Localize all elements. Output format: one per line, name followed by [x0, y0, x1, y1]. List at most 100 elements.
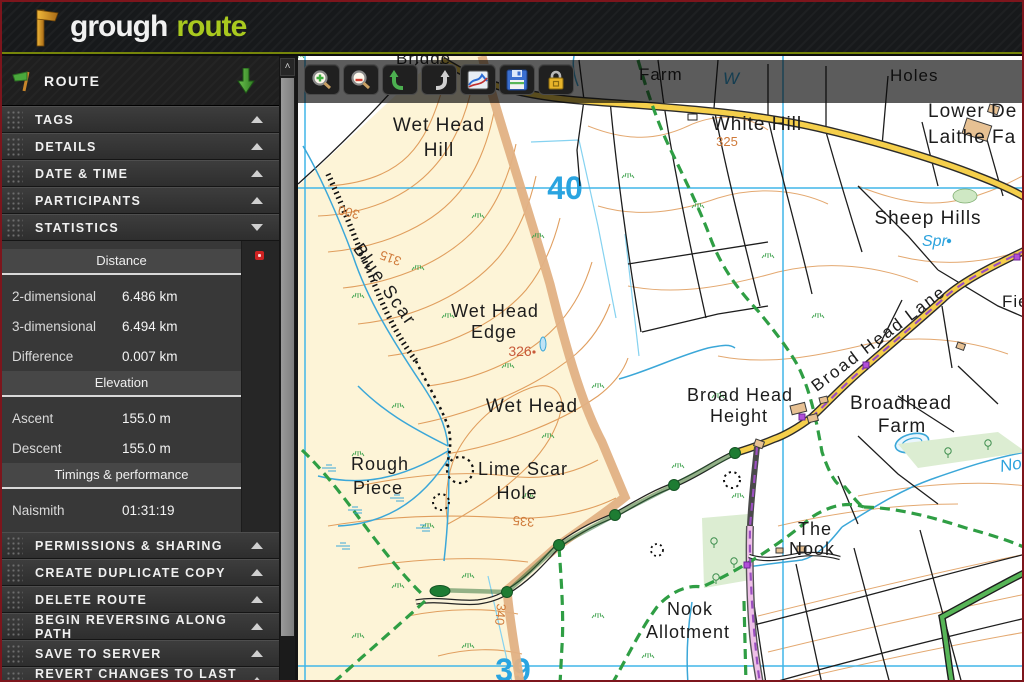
- map-label-broadhead-farm-2: Farm: [878, 416, 926, 437]
- route-waypoint[interactable]: [610, 510, 621, 521]
- chevron-down-icon: [251, 224, 263, 231]
- chevron-up-icon: [251, 197, 263, 204]
- sidebar-item-duplicate[interactable]: CREATE DUPLICATE COPY: [2, 559, 279, 586]
- route-flag-icon: [10, 69, 36, 93]
- map-label-sheep-hills: Sheep Hills: [874, 208, 981, 229]
- route-waypoint[interactable]: [430, 586, 450, 597]
- small-pond: [540, 337, 546, 351]
- stat-label: 3-dimensional: [2, 319, 122, 334]
- sidebar-item-revert-changes[interactable]: REVERT CHANGES TO LAST SAVE: [2, 667, 279, 682]
- drag-handle-icon[interactable]: [5, 589, 23, 610]
- stat-row-naismith: Naismith 01:31:19: [2, 495, 241, 525]
- chevron-up-icon: [251, 542, 263, 549]
- map-label-broad-head-height: Broad Head: [687, 385, 793, 405]
- zoom-out-button[interactable]: [343, 64, 379, 95]
- chevron-up-icon: [251, 623, 263, 630]
- drag-handle-icon[interactable]: [5, 163, 23, 184]
- route-waypoint[interactable]: [554, 540, 565, 551]
- redo-arrow-icon: [427, 69, 451, 91]
- timings-section-header: Timings & performance: [2, 463, 241, 489]
- lock-button[interactable]: [538, 64, 574, 95]
- record-indicator-icon[interactable]: [255, 251, 264, 260]
- stat-label: Ascent: [2, 411, 122, 426]
- elevation-section-header: Elevation: [2, 371, 241, 397]
- stat-value: 0.007 km: [122, 349, 178, 364]
- sidebar-item-participants[interactable]: PARTICIPANTS: [2, 187, 279, 214]
- sidebar-item-statistics[interactable]: STATISTICS: [2, 214, 279, 241]
- zoom-out-icon: [349, 69, 373, 91]
- floppy-disk-icon: [505, 69, 529, 91]
- stat-label: Descent: [2, 441, 122, 456]
- chevron-up-icon: [251, 596, 263, 603]
- drag-handle-icon[interactable]: [5, 217, 23, 238]
- map-label-spring: Spr: [922, 233, 948, 250]
- scrollbar-thumb[interactable]: [281, 78, 294, 636]
- stat-value: 01:31:19: [122, 503, 175, 518]
- download-route-icon[interactable]: [237, 68, 255, 94]
- scroll-up-button[interactable]: ˄: [280, 58, 295, 76]
- drag-handle-icon[interactable]: [5, 535, 23, 556]
- chevron-up-icon: [251, 677, 263, 682]
- route-sidebar: ROUTE TAGS DETAILS DATE & TIME PARTICI: [2, 56, 298, 682]
- chevron-up-icon: [251, 170, 263, 177]
- map-label-the-nook-2: Nook: [789, 539, 835, 559]
- undo-button[interactable]: [382, 64, 418, 95]
- map-label-rough-piece: Rough: [351, 454, 409, 474]
- map-label-white-hill: White Hill: [712, 114, 802, 135]
- map-label-fie-cut: Fie: [1002, 292, 1024, 311]
- save-button[interactable]: [499, 64, 535, 95]
- route-waypoint[interactable]: [502, 587, 513, 598]
- route-waypoint[interactable]: [669, 480, 680, 491]
- drag-handle-icon[interactable]: [5, 109, 23, 130]
- statistics-panel: Distance 2-dimensional 6.486 km 3-dimens…: [2, 241, 279, 532]
- map-label-wet-head-edge-2: Edge: [471, 322, 517, 342]
- drag-handle-icon[interactable]: [5, 670, 23, 682]
- drag-handle-icon[interactable]: [5, 616, 23, 637]
- map-label-lime-scar-hole: Lime Scar: [478, 459, 568, 479]
- spot-height-326: 326: [508, 343, 532, 359]
- elevation-profile-button[interactable]: [460, 64, 496, 95]
- grid-number-40: 40: [547, 170, 583, 206]
- drag-handle-icon[interactable]: [5, 190, 23, 211]
- sidebar-scrollbar[interactable]: ˄: [280, 58, 295, 682]
- stat-row-ascent: Ascent 155.0 m: [2, 403, 241, 433]
- sidebar-item-tags[interactable]: TAGS: [2, 106, 279, 133]
- sidebar-item-permissions[interactable]: PERMISSIONS & SHARING: [2, 532, 279, 559]
- sidebar-item-reverse-path[interactable]: BEGIN REVERSING ALONG PATH: [2, 613, 279, 640]
- stat-row-2d: 2-dimensional 6.486 km: [2, 281, 241, 311]
- stat-value: 6.494 km: [122, 319, 178, 334]
- stat-row-descent: Descent 155.0 m: [2, 433, 241, 463]
- sidebar-item-label: CREATE DUPLICATE COPY: [35, 566, 251, 580]
- os-map-canvas[interactable]: 40 39: [298, 56, 1024, 682]
- stat-value: 155.0 m: [122, 441, 171, 456]
- sidebar-item-label: SAVE TO SERVER: [35, 647, 251, 661]
- chevron-up-icon: [251, 569, 263, 576]
- route-waypoint[interactable]: [730, 448, 741, 459]
- chevron-up-icon: [251, 116, 263, 123]
- stat-label: Difference: [2, 349, 122, 364]
- sidebar-item-save-server[interactable]: SAVE TO SERVER: [2, 640, 279, 667]
- sidebar-item-label: PERMISSIONS & SHARING: [35, 539, 251, 553]
- map-label-the-nook: The: [798, 519, 832, 539]
- stat-value: 6.486 km: [122, 289, 178, 304]
- sidebar-item-delete-route[interactable]: DELETE ROUTE: [2, 586, 279, 613]
- sidebar-item-details[interactable]: DETAILS: [2, 133, 279, 160]
- padlock-icon: [544, 69, 568, 91]
- chevron-up-icon: [251, 143, 263, 150]
- map-label-wet-head-edge: Wet Head: [451, 301, 539, 321]
- map-viewport[interactable]: 40 39: [298, 56, 1024, 682]
- zoom-in-button[interactable]: [304, 64, 340, 95]
- redo-button[interactable]: [421, 64, 457, 95]
- app-header: grough route: [2, 2, 1022, 54]
- sidebar-item-label: DELETE ROUTE: [35, 593, 251, 607]
- drag-handle-icon[interactable]: [5, 643, 23, 664]
- undo-arrow-icon: [388, 69, 412, 91]
- brand-primary: grough: [70, 10, 167, 44]
- map-label-rough-piece-2: Piece: [353, 478, 403, 498]
- map-label-wet-head-hill: Wet Head: [393, 115, 485, 136]
- stat-value: 155.0 m: [122, 411, 171, 426]
- sidebar-item-date-time[interactable]: DATE & TIME: [2, 160, 279, 187]
- route-panel-header: ROUTE: [2, 56, 279, 106]
- drag-handle-icon[interactable]: [5, 136, 23, 157]
- drag-handle-icon[interactable]: [5, 562, 23, 583]
